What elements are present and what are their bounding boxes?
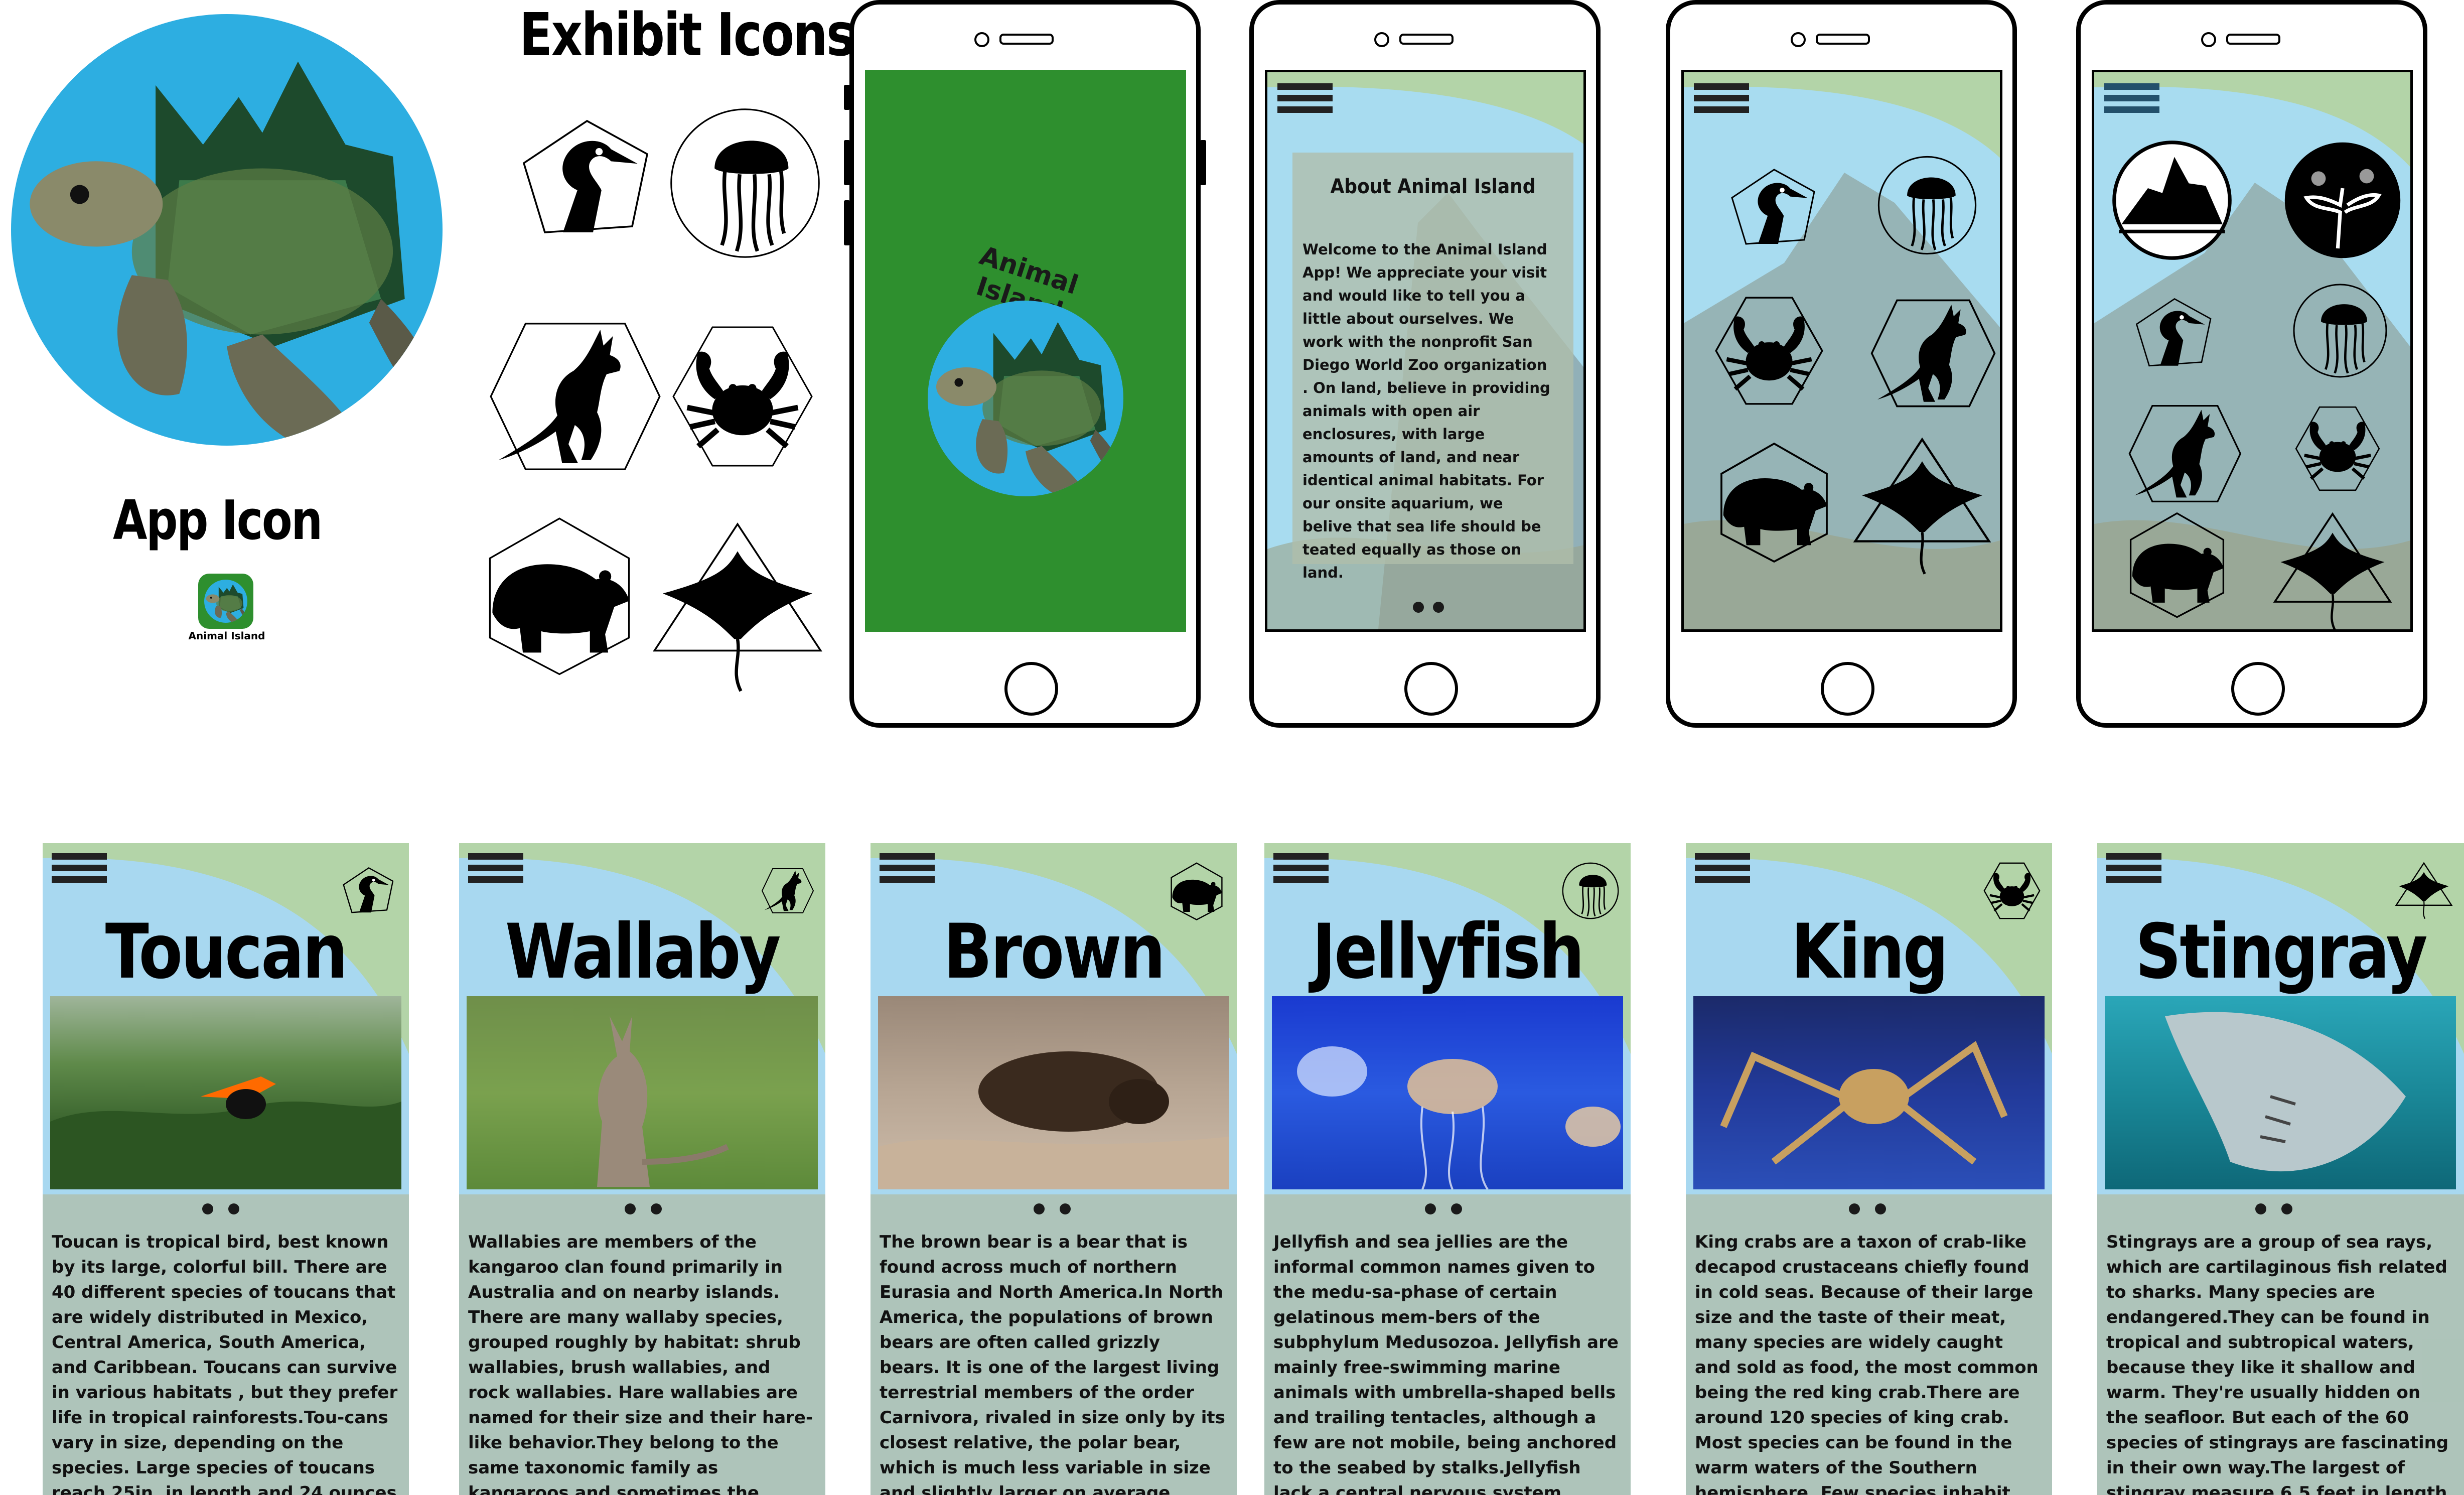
card-brown-bear: Brown Bear The brown bear is a bear that…	[871, 843, 1237, 1495]
wallaby-photo	[467, 996, 818, 1189]
about-title: About Animal Island	[1330, 175, 1536, 198]
menu-icon[interactable]	[468, 853, 523, 888]
bear-photo	[878, 996, 1229, 1189]
card-title: Wallaby	[505, 908, 781, 996]
about-body: Welcome to the Animal Island App! We app…	[1302, 241, 1550, 581]
card-description: The brown bear is a bear that is found a…	[880, 1232, 1225, 1495]
stingray-photo	[2105, 996, 2456, 1189]
page-dot[interactable]	[1413, 602, 1424, 613]
menu-icon[interactable]	[1273, 853, 1329, 888]
stingray-button[interactable]	[1849, 434, 1995, 579]
card-description: Jellyfish and sea jellies are the inform…	[1273, 1232, 1619, 1495]
page-dot[interactable]	[1433, 602, 1444, 613]
crab-button[interactable]	[2292, 403, 2383, 494]
exhibits-screen	[1681, 70, 2002, 632]
menu-icon[interactable]	[2104, 83, 2159, 118]
crab-button[interactable]	[1711, 293, 1827, 409]
turtle-icon	[206, 584, 246, 623]
bear-button[interactable]	[2117, 509, 2237, 619]
menu-icon[interactable]	[2106, 853, 2161, 888]
bear-icon	[489, 517, 630, 675]
menu-icon[interactable]	[52, 853, 107, 888]
phone-about: About Animal Island Welcome to the Anima…	[1249, 0, 1601, 728]
card-king-crab: King Crab King crabs are a taxon of crab…	[1686, 843, 2052, 1495]
stingray-icon	[653, 522, 822, 703]
mountain-icon[interactable]	[2112, 140, 2232, 260]
about-screen: About Animal Island Welcome to the Anima…	[1265, 70, 1586, 632]
menu-icon[interactable]	[1277, 83, 1333, 118]
turtle-mountain-illustration	[30, 61, 432, 446]
card-description: Wallabies are members of the kangaroo cl…	[468, 1232, 813, 1495]
phone-splash: Animal Island	[844, 0, 1206, 728]
app-icon-large	[11, 14, 443, 446]
stingray-button[interactable]	[2270, 509, 2395, 632]
toucan-photo	[50, 996, 401, 1189]
app-icon-label: App Icon	[113, 489, 323, 552]
bear-button[interactable]	[1706, 439, 1842, 564]
phone-exhibits-alt	[2076, 0, 2427, 728]
card-description: King crabs are a taxon of crab-like deca…	[1695, 1232, 2039, 1495]
exhibit-icons-heading: Exhibit Icons	[519, 0, 855, 69]
app-icon-small	[198, 574, 253, 629]
card-wallaby: Wallaby Wallabies are members of the kan…	[459, 843, 825, 1495]
splash-screen: Animal Island	[865, 70, 1186, 632]
jellyfish-button[interactable]	[1874, 153, 1980, 258]
home-button[interactable]	[2231, 662, 2285, 716]
toucan-button[interactable]	[1724, 158, 1824, 258]
kangaroo-icon	[490, 323, 661, 470]
home-button[interactable]	[1004, 662, 1058, 716]
kangaroo-button[interactable]	[2114, 398, 2245, 509]
card-title: Jellyfish	[1312, 908, 1584, 996]
menu-icon[interactable]	[1694, 83, 1749, 118]
home-button[interactable]	[1404, 662, 1458, 716]
toucan-button[interactable]	[2129, 283, 2220, 383]
exhibits-alt-screen	[2092, 70, 2413, 632]
menu-icon[interactable]	[880, 853, 935, 888]
toucan-icon	[522, 119, 649, 233]
app-name-small: Animal Island	[188, 630, 265, 642]
jellyfish-icon	[670, 108, 820, 258]
card-title: Toucan	[105, 908, 348, 996]
phone-exhibits	[1666, 0, 2017, 728]
jellyfish-button[interactable]	[2290, 281, 2390, 381]
turtle-icon	[936, 322, 1119, 496]
jellyfish-photo	[1272, 996, 1623, 1189]
splash-logo	[928, 301, 1123, 496]
card-jellyfish: Jellyfish Jellyfish and sea jellies are …	[1264, 843, 1631, 1495]
menu-icon[interactable]	[1695, 853, 1750, 888]
home-button[interactable]	[1821, 662, 1874, 716]
card-toucan: Toucan Toucan is tropical bird, best kno…	[43, 843, 409, 1495]
card-title: Stingray	[2135, 908, 2428, 996]
tree-icon[interactable]	[2282, 140, 2403, 260]
card-description: Stingrays are a group of sea rays, which…	[2106, 1232, 2449, 1495]
crab-photo	[1693, 996, 2045, 1189]
kangaroo-button[interactable]	[1854, 293, 2000, 414]
card-stingray: Stingray Stingrays are a group of sea ra…	[2097, 843, 2464, 1495]
card-description: Toucan is tropical bird, best known by i…	[52, 1232, 398, 1495]
crab-icon	[672, 326, 813, 467]
